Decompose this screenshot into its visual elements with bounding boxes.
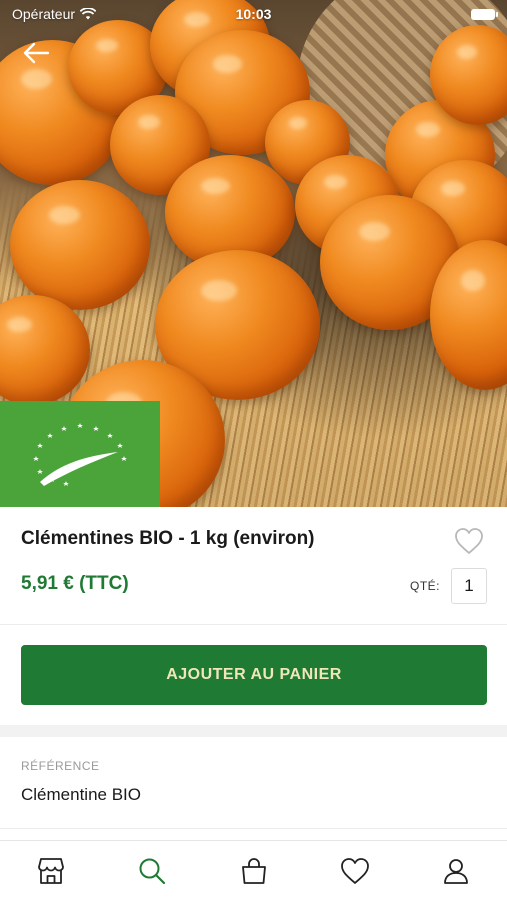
divider bbox=[0, 828, 507, 829]
tab-search[interactable] bbox=[101, 841, 202, 901]
section-separator bbox=[0, 725, 507, 737]
reference-label: RÉFÉRENCE bbox=[21, 759, 100, 773]
reference-value: Clémentine BIO bbox=[21, 785, 141, 804]
tab-cart[interactable] bbox=[203, 841, 304, 901]
battery-icon bbox=[471, 8, 498, 20]
tab-store[interactable] bbox=[0, 841, 101, 901]
bag-icon bbox=[241, 858, 266, 884]
store-icon bbox=[37, 858, 64, 884]
eu-organic-leaf-icon bbox=[33, 423, 127, 486]
carrier-label: Opérateur bbox=[12, 6, 76, 22]
user-icon bbox=[444, 859, 469, 884]
clementine bbox=[10, 180, 150, 310]
add-to-cart-button[interactable]: AJOUTER AU PANIER bbox=[21, 645, 487, 705]
wifi-icon bbox=[80, 8, 97, 20]
heart-icon bbox=[341, 858, 369, 884]
tab-favorites[interactable] bbox=[304, 841, 405, 901]
clock: 10:03 bbox=[235, 6, 272, 22]
status-bar: Opérateur 10:03 bbox=[0, 0, 507, 28]
search-icon bbox=[139, 858, 166, 885]
tab-bar bbox=[0, 840, 507, 901]
back-button[interactable] bbox=[18, 38, 54, 68]
arrow-left-icon bbox=[23, 42, 50, 64]
status-carrier-group: Opérateur bbox=[12, 6, 97, 22]
organic-badge bbox=[0, 401, 160, 507]
product-price: 5,91 € (TTC) bbox=[21, 573, 129, 594]
product-title: Clémentines BIO - 1 kg (environ) bbox=[21, 528, 315, 549]
clementine bbox=[0, 295, 90, 405]
divider bbox=[0, 624, 507, 625]
tab-account[interactable] bbox=[406, 841, 507, 901]
product-image bbox=[0, 0, 507, 507]
heart-outline-icon bbox=[455, 528, 483, 554]
quantity-input[interactable] bbox=[451, 568, 487, 604]
favorite-button[interactable] bbox=[453, 526, 485, 556]
quantity-label: QTÉ: bbox=[410, 579, 441, 593]
